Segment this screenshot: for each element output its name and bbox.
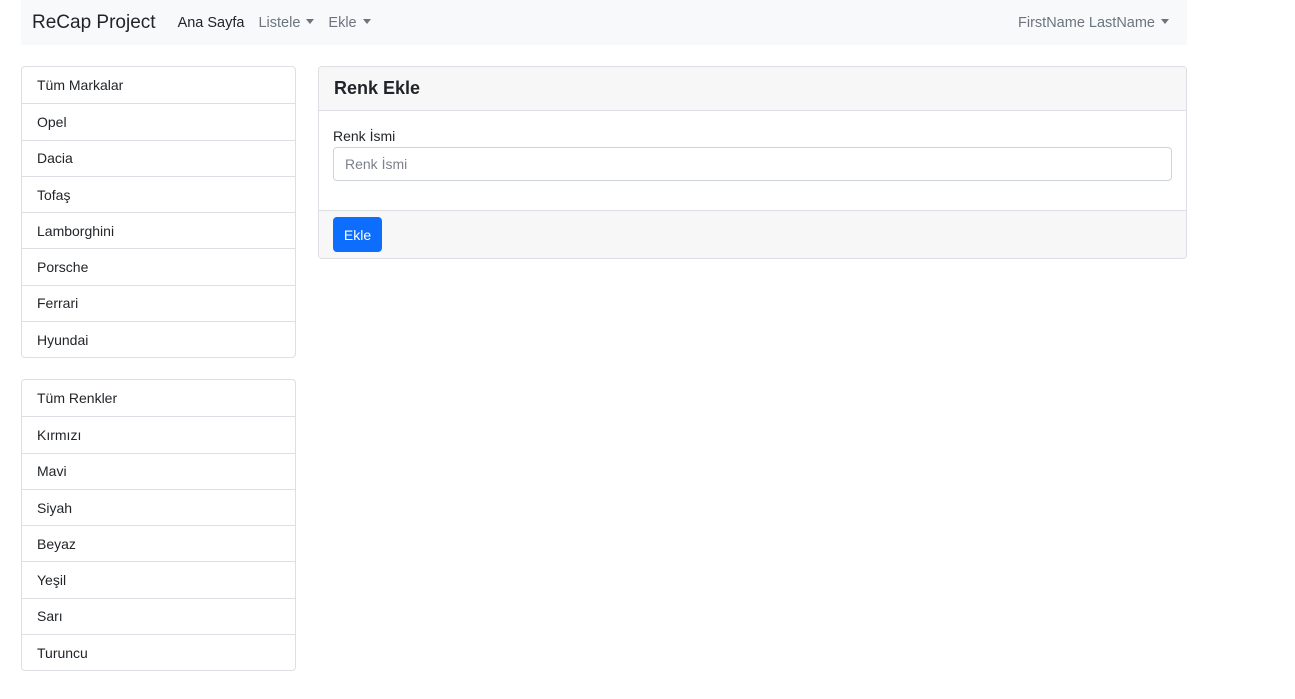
navbar-brand[interactable]: ReCap Project	[32, 12, 156, 34]
nav-link-home[interactable]: Ana Sayfa	[178, 15, 245, 31]
color-item[interactable]: Turuncu	[22, 634, 295, 670]
color-item[interactable]: Beyaz	[22, 525, 295, 561]
user-name: FirstName LastName	[1018, 14, 1155, 31]
brand-item-all[interactable]: Tüm Markalar	[22, 67, 295, 103]
color-item-all[interactable]: Tüm Renkler	[22, 380, 295, 416]
brand-item[interactable]: Lamborghini	[22, 212, 295, 248]
card-body: Renk İsmi	[319, 111, 1186, 210]
brand-item[interactable]: Ferrari	[22, 284, 295, 321]
color-item[interactable]: Siyah	[22, 488, 295, 525]
brand-list: Tüm Markalar Opel Dacia Tofaş Lamborghin…	[21, 66, 296, 359]
add-button[interactable]: Ekle	[333, 217, 382, 252]
top-navbar: ReCap Project Ana Sayfa Listele Ekle Fir…	[21, 0, 1187, 45]
nav-dropdown-add[interactable]: Ekle	[328, 14, 371, 31]
brand-item[interactable]: Porsche	[22, 248, 295, 284]
caret-down-icon	[1161, 19, 1169, 24]
caret-down-icon	[362, 19, 371, 24]
card-footer: Ekle	[319, 210, 1186, 258]
caret-down-icon	[306, 19, 315, 24]
color-item[interactable]: Yeşil	[22, 561, 295, 597]
nav-dropdown-add-label: Ekle	[328, 14, 357, 31]
color-item[interactable]: Kırmızı	[22, 416, 295, 452]
nav-dropdown-list-label: Listele	[258, 14, 301, 31]
card-title: Renk Ekle	[319, 67, 1186, 111]
add-color-card: Renk Ekle Renk İsmi Ekle	[318, 66, 1187, 259]
color-item[interactable]: Sarı	[22, 597, 295, 634]
brand-item[interactable]: Hyundai	[22, 321, 295, 357]
brand-item[interactable]: Dacia	[22, 139, 295, 176]
nav-dropdown-list[interactable]: Listele	[258, 14, 315, 31]
color-list: Tüm Renkler Kırmızı Mavi Siyah Beyaz Yeş…	[21, 379, 296, 672]
user-menu-dropdown[interactable]: FirstName LastName	[1018, 15, 1169, 31]
color-name-label: Renk İsmi	[333, 128, 396, 144]
color-name-input[interactable]	[333, 147, 1172, 181]
brand-item[interactable]: Tofaş	[22, 175, 295, 212]
brand-item[interactable]: Opel	[22, 103, 295, 139]
nav-link-home-label: Ana Sayfa	[177, 14, 245, 31]
color-item[interactable]: Mavi	[22, 452, 295, 489]
